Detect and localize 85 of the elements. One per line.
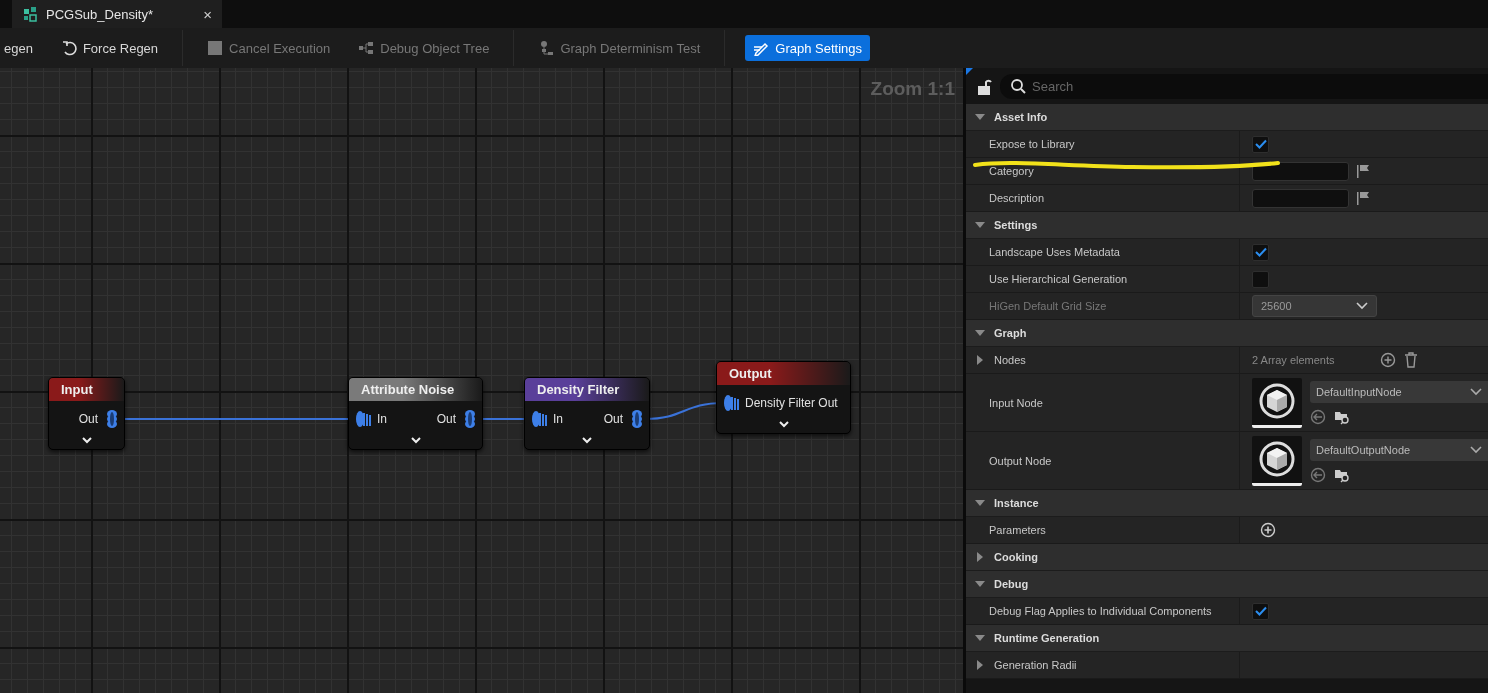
chevron-down-icon[interactable] xyxy=(409,435,422,445)
graph-node[interactable]: Attribute Noise In Out xyxy=(348,377,483,450)
pin-icon[interactable] xyxy=(104,409,120,429)
array-summary: 2 Array elements xyxy=(1252,354,1336,366)
property-label: Landscape Uses Metadata xyxy=(989,246,1120,258)
node-title: Input xyxy=(49,378,124,401)
flag-icon[interactable] xyxy=(1357,191,1370,205)
pencil-icon xyxy=(753,40,770,56)
chevron-down-icon[interactable] xyxy=(581,435,593,445)
node-title: Attribute Noise xyxy=(349,378,482,401)
property-label: Description xyxy=(989,192,1045,204)
add-icon[interactable] xyxy=(1260,522,1276,538)
corner-triangle-icon xyxy=(966,68,973,75)
property-label: Generation Radii xyxy=(994,659,1077,671)
toolbar-button[interactable]: Graph Settings xyxy=(745,35,870,61)
undo-arrow-icon xyxy=(60,40,77,56)
property-label: Output Node xyxy=(989,454,1052,467)
pin-icon[interactable] xyxy=(629,409,645,429)
chevron-down-icon[interactable] xyxy=(80,435,93,445)
asset-dropdown[interactable]: DefaultInputNode xyxy=(1310,380,1488,403)
property-label: HiGen Default Grid Size xyxy=(989,300,1107,312)
search-icon xyxy=(1010,78,1026,94)
section-title: Asset Info xyxy=(994,111,1048,123)
pin-icon[interactable] xyxy=(462,409,478,429)
arrow-left-icon[interactable] xyxy=(1310,466,1326,483)
pin-label: Out xyxy=(436,412,456,426)
cube-icon xyxy=(1257,439,1297,479)
document-tab[interactable]: PCGSub_Density* × xyxy=(12,0,222,28)
text-field[interactable] xyxy=(1252,161,1349,181)
toolbar-button[interactable]: Force Regen xyxy=(56,35,163,61)
property-label: Expose to Library xyxy=(989,138,1075,150)
node-title: Density Filter xyxy=(525,378,649,401)
asset-thumbnail[interactable] xyxy=(1252,435,1302,486)
tree-icon xyxy=(358,40,375,56)
checkmark-icon xyxy=(1254,247,1267,257)
graph-nodes-icon xyxy=(538,40,555,56)
toolbar-button[interactable]: egen xyxy=(0,35,37,61)
tab-title: PCGSub_Density* xyxy=(46,6,154,22)
chevron-down-icon xyxy=(1470,445,1482,454)
graph-node[interactable]: Density Filter In Out xyxy=(524,377,650,450)
property-label: Input Node xyxy=(989,396,1043,409)
pin-label: In xyxy=(553,412,563,426)
trash-icon[interactable] xyxy=(1404,352,1418,368)
checkbox[interactable] xyxy=(1252,243,1269,261)
checkmark-icon xyxy=(1254,139,1267,149)
chevron-down-icon[interactable] xyxy=(777,419,790,429)
add-icon[interactable] xyxy=(1380,352,1396,368)
property-label: Category xyxy=(989,165,1034,177)
section-title: Runtime Generation xyxy=(994,632,1100,644)
pin-label: Out xyxy=(78,412,98,426)
section-title: Debug xyxy=(994,578,1029,590)
node-title: Output xyxy=(717,362,850,385)
flag-icon[interactable] xyxy=(1357,164,1370,178)
pin-icon[interactable] xyxy=(355,409,371,429)
checkbox[interactable] xyxy=(1252,135,1269,153)
checkbox[interactable] xyxy=(1252,602,1269,620)
pin-label: In xyxy=(377,412,387,426)
property-label: Parameters xyxy=(989,524,1046,536)
checkmark-icon xyxy=(1254,606,1267,616)
property-label: Use Hierarchical Generation xyxy=(989,273,1128,285)
chevron-down-icon xyxy=(1356,302,1368,310)
section-title: Cooking xyxy=(994,551,1038,563)
section-title: Graph xyxy=(994,327,1027,339)
pin-icon[interactable] xyxy=(723,393,739,413)
graph-node[interactable]: Input Out xyxy=(48,377,125,450)
section-title: Instance xyxy=(994,497,1039,509)
pin-label: Density Filter Out xyxy=(745,396,838,410)
chevron-down-icon xyxy=(1470,387,1482,396)
asset-dropdown[interactable]: DefaultOutputNode xyxy=(1310,438,1488,461)
arrow-left-icon[interactable] xyxy=(1310,408,1326,425)
grid-cubes-icon xyxy=(22,6,38,22)
pin-icon[interactable] xyxy=(531,409,547,429)
checkbox[interactable] xyxy=(1252,270,1269,288)
graph-node[interactable]: Output Density Filter Out xyxy=(716,361,851,434)
close-button[interactable]: × xyxy=(203,5,212,23)
pin-label: Out xyxy=(603,412,623,426)
asset-thumbnail[interactable] xyxy=(1252,377,1302,428)
text-field[interactable] xyxy=(1252,188,1349,208)
square-icon xyxy=(207,40,224,56)
section-title: Settings xyxy=(994,219,1038,231)
property-label: Debug Flag Applies to Individual Components xyxy=(989,605,1212,617)
unlocked-padlock-icon[interactable] xyxy=(976,77,992,96)
search-field[interactable]: Search xyxy=(1000,74,1488,99)
property-label: Nodes xyxy=(994,354,1026,366)
cube-icon xyxy=(1257,381,1297,421)
